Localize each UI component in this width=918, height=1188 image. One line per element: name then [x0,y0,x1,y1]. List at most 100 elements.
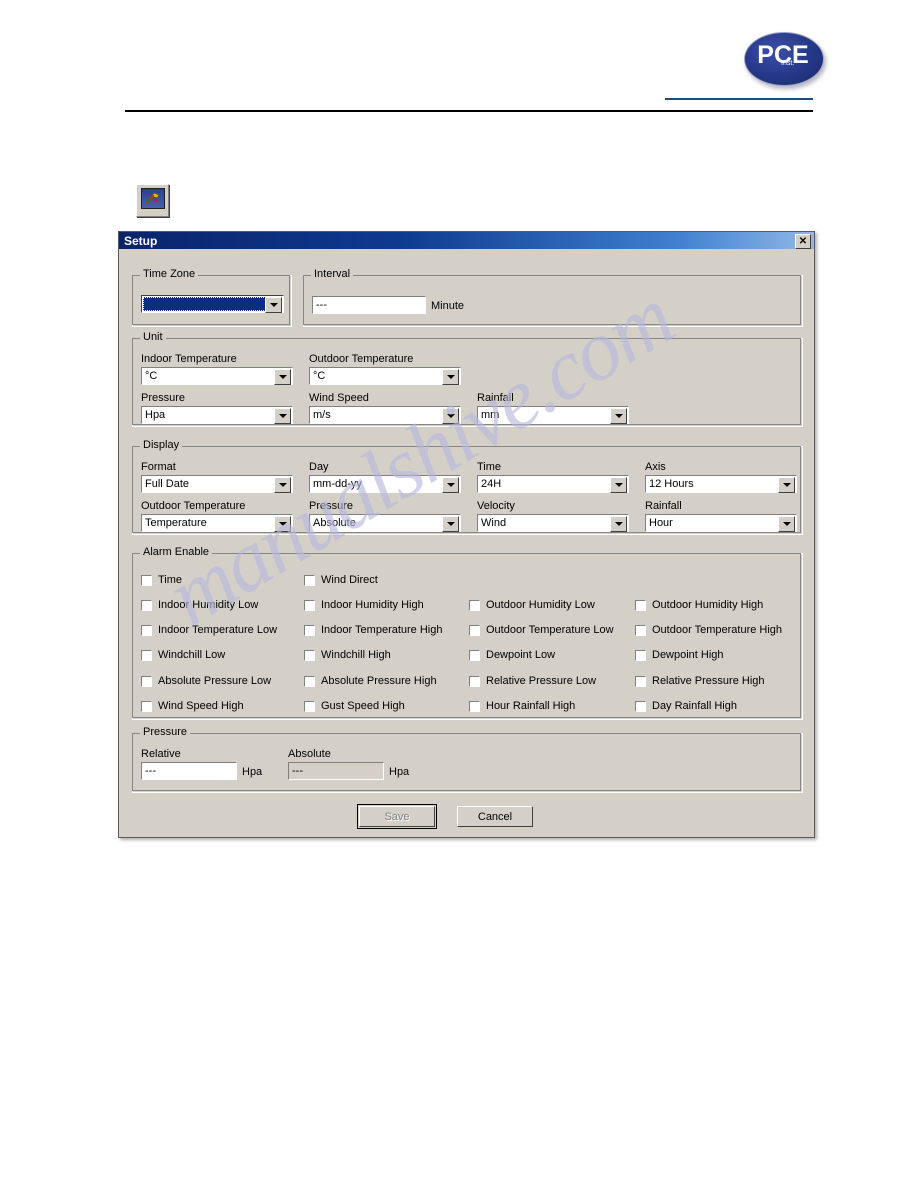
alarm-checkbox-wind-direct[interactable]: Wind Direct [304,574,378,586]
checkbox-icon[interactable] [141,675,152,687]
chevron-down-icon[interactable] [778,477,795,493]
pressure-relative-input[interactable]: --- [141,762,237,780]
alarm-label: Dewpoint High [652,649,724,661]
alarm-checkbox-outdoor-temperature-low[interactable]: Outdoor Temperature Low [469,624,614,636]
alarm-label: Outdoor Humidity Low [486,599,595,611]
display-outdoor-temperature-select[interactable]: Temperature [141,514,293,532]
display-time-select[interactable]: 24H [477,475,629,493]
alarm-label: Day Rainfall High [652,700,737,712]
alarm-checkbox-indoor-humidity-high[interactable]: Indoor Humidity High [304,599,424,611]
alarm-checkbox-windchill-low[interactable]: Windchill Low [141,649,225,661]
alarm-checkbox-relative-pressure-low[interactable]: Relative Pressure Low [469,675,596,687]
alarm-checkbox-gust-speed-high[interactable]: Gust Speed High [304,700,405,712]
checkbox-icon[interactable] [469,700,480,712]
alarm-checkbox-outdoor-temperature-high[interactable]: Outdoor Temperature High [635,624,782,636]
unit-wind-speed-select[interactable]: m/s [309,406,461,424]
checkbox-icon[interactable] [141,649,152,661]
alarm-checkbox-dewpoint-high[interactable]: Dewpoint High [635,649,724,661]
alarm-checkbox-windchill-high[interactable]: Windchill High [304,649,391,661]
time-zone-selection-highlight [143,297,266,311]
unit-wind-speed-label: Wind Speed [309,392,369,404]
checkbox-icon[interactable] [304,599,315,611]
display-day-select[interactable]: mm-dd-yy [309,475,461,493]
chevron-down-icon[interactable] [610,477,627,493]
checkbox-icon[interactable] [469,599,480,611]
alarm-checkbox-outdoor-humidity-low[interactable]: Outdoor Humidity Low [469,599,595,611]
display-rainfall-select[interactable]: Hour [645,514,797,532]
alarm-checkbox-indoor-temperature-low[interactable]: Indoor Temperature Low [141,624,277,636]
alarm-label: Gust Speed High [321,700,405,712]
alarm-checkbox-relative-pressure-high[interactable]: Relative Pressure High [635,675,765,687]
alarm-checkbox-dewpoint-low[interactable]: Dewpoint Low [469,649,555,661]
checkbox-icon[interactable] [304,624,315,636]
checkbox-icon[interactable] [141,599,152,611]
alarm-checkbox-indoor-temperature-high[interactable]: Indoor Temperature High [304,624,442,636]
unit-indoor-temperature-select[interactable]: °C [141,367,293,385]
chevron-down-icon[interactable] [442,408,459,424]
alarm-label: Absolute Pressure Low [158,675,272,687]
alarm-checkbox-indoor-humidity-low[interactable]: Indoor Humidity Low [141,599,258,611]
checkbox-icon[interactable] [469,649,480,661]
display-pressure-select[interactable]: Absolute [309,514,461,532]
chevron-down-icon[interactable] [274,369,291,385]
checkbox-icon[interactable] [141,700,152,712]
unit-indoor-temperature-value: °C [145,370,158,382]
display-legend: Display [140,440,183,451]
chevron-down-icon[interactable] [442,477,459,493]
unit-outdoor-temperature-select[interactable]: °C [309,367,461,385]
chevron-down-icon[interactable] [442,516,459,532]
checkbox-icon[interactable] [635,700,646,712]
display-velocity-value: Wind [481,517,507,529]
checkbox-icon[interactable] [635,599,646,611]
chevron-down-icon[interactable] [442,369,459,385]
display-format-select[interactable]: Full Date [141,475,293,493]
close-icon[interactable]: ✕ [795,234,811,249]
chevron-down-icon[interactable] [610,408,627,424]
alarm-checkbox-absolute-pressure-high[interactable]: Absolute Pressure High [304,675,437,687]
checkbox-icon[interactable] [469,624,480,636]
checkbox-icon[interactable] [304,649,315,661]
chevron-down-icon[interactable] [610,516,627,532]
unit-outdoor-temperature-label: Outdoor Temperature [309,353,414,365]
display-rainfall-label: Rainfall [645,500,682,512]
unit-pressure-select[interactable]: Hpa [141,406,293,424]
checkbox-icon[interactable] [469,675,480,687]
pressure-absolute-unit: Hpa [389,766,410,778]
alarm-label: Dewpoint Low [486,649,556,661]
chevron-down-icon[interactable] [265,297,282,313]
unit-rainfall-select[interactable]: mm [477,406,629,424]
interval-legend: Interval [311,269,354,280]
display-velocity-select[interactable]: Wind [477,514,629,532]
chevron-down-icon[interactable] [274,516,291,532]
setup-toolbar-button[interactable] [136,184,169,217]
alarm-checkbox-wind-speed-high[interactable]: Wind Speed High [141,700,244,712]
chevron-down-icon[interactable] [274,408,291,424]
checkbox-icon[interactable] [635,675,646,687]
checkbox-icon[interactable] [635,624,646,636]
alarm-label: Absolute Pressure High [321,675,437,687]
alarm-label: Wind Speed High [158,700,244,712]
checkbox-icon[interactable] [304,700,315,712]
alarm-checkbox-hour-rainfall-high[interactable]: Hour Rainfall High [469,700,575,712]
alarm-checkbox-day-rainfall-high[interactable]: Day Rainfall High [635,700,737,712]
dialog-titlebar[interactable]: Setup ✕ [119,232,814,249]
time-zone-select[interactable] [141,295,284,313]
chevron-down-icon[interactable] [778,516,795,532]
checkbox-icon[interactable] [141,574,152,586]
chevron-down-icon[interactable] [274,477,291,493]
cancel-button[interactable]: Cancel [457,806,533,827]
alarm-checkbox-outdoor-humidity-high[interactable]: Outdoor Humidity High [635,599,763,611]
unit-pressure-value: Hpa [145,409,166,421]
checkbox-icon[interactable] [304,574,315,586]
checkbox-icon[interactable] [141,624,152,636]
interval-input[interactable]: --- [312,296,426,314]
display-velocity-label: Velocity [477,500,515,512]
alarm-checkbox-time[interactable]: Time [141,574,182,586]
display-axis-select[interactable]: 12 Hours [645,475,797,493]
checkbox-icon[interactable] [635,649,646,661]
display-format-value: Full Date [145,478,190,490]
save-button[interactable]: Save [357,804,437,829]
interval-value: --- [316,299,327,311]
alarm-checkbox-absolute-pressure-low[interactable]: Absolute Pressure Low [141,675,271,687]
checkbox-icon[interactable] [304,675,315,687]
